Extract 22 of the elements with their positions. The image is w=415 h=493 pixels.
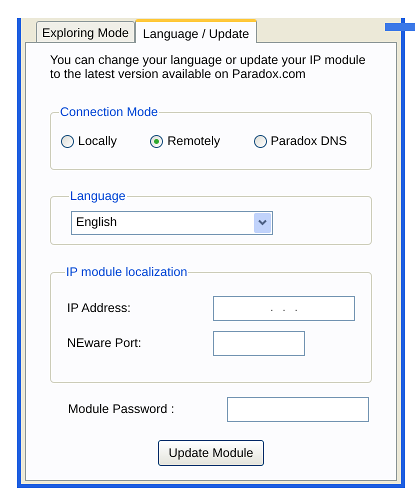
title-bar-fragment (385, 23, 415, 31)
field-label: Module Password : (68, 401, 174, 418)
password-field[interactable] (227, 397, 369, 422)
tab[interactable]: Language / Update (134, 19, 258, 43)
radio-button[interactable] (150, 134, 164, 148)
group-title: IP module localization (65, 264, 188, 281)
tab[interactable]: Exploring Mode (36, 21, 135, 42)
description-text: You can change your language or update your IP module to the latest version available on Paradox.com (50, 53, 367, 81)
group-title: Language (69, 188, 127, 205)
radio-label: Paradox DNS (270, 132, 347, 150)
radio-label: Remotely (167, 132, 220, 150)
radio-label: Locally (78, 132, 117, 150)
update-module-button[interactable]: Update Module (158, 440, 264, 466)
field-label: NEware Port: (67, 334, 142, 352)
radio-button[interactable] (61, 134, 74, 148)
ip-address-field[interactable]: . . . (213, 296, 355, 321)
language-dropdown[interactable]: English (71, 210, 273, 235)
group-title: Connection Mode (59, 104, 159, 121)
chevron-down-icon (258, 219, 267, 226)
port-field[interactable] (213, 330, 305, 356)
radio-button[interactable] (254, 134, 267, 148)
field-label: IP Address: (67, 300, 131, 317)
